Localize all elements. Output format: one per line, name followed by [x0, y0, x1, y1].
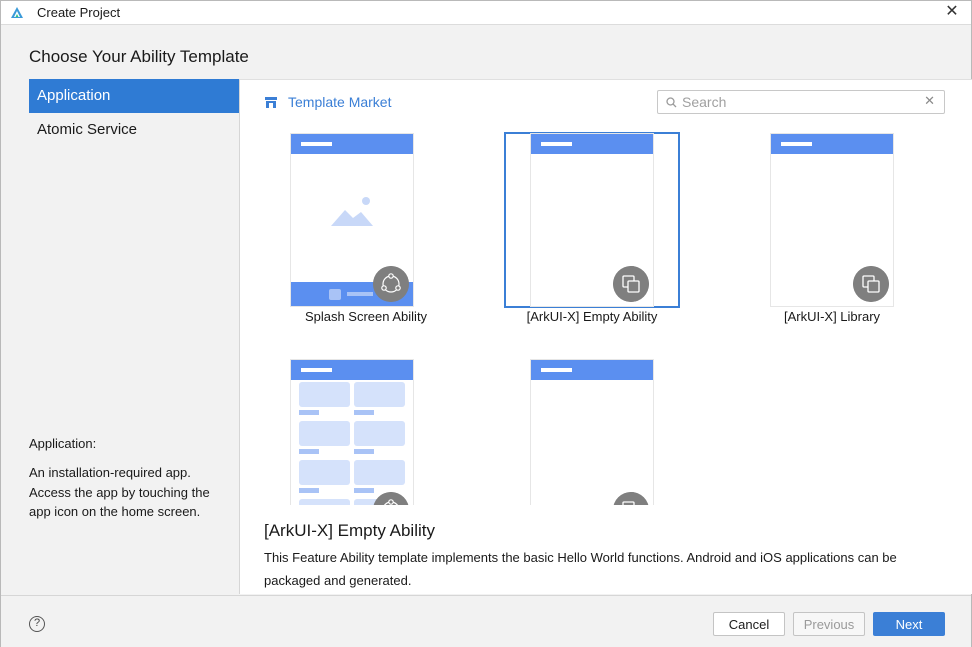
store-icon: [265, 97, 277, 108]
template-thumbnail: [531, 360, 653, 505]
search-box: ✕: [657, 90, 945, 114]
template-card-arkuix-library[interactable]: [ArkUI-X] Library: [720, 132, 940, 324]
next-button[interactable]: Next: [873, 612, 945, 636]
template-thumbnail: [291, 134, 413, 306]
template-card-splash-screen[interactable]: Splash Screen Ability: [240, 132, 500, 324]
template-card-arkuix-empty-ability[interactable]: [ArkUI-X] Empty Ability: [504, 132, 680, 324]
template-grid: Splash Screen Ability [ArkUI-X] Empty Ab…: [240, 132, 940, 505]
selected-template-title: [ArkUI-X] Empty Ability: [264, 521, 435, 540]
cross-platform-badge-icon: [613, 492, 649, 505]
category-description-title: Application:: [29, 436, 97, 451]
template-card-label: Splash Screen Ability: [304, 309, 428, 324]
search-input[interactable]: [682, 93, 922, 111]
title-bar: Create Project ✕: [1, 1, 971, 25]
window-title: Create Project: [37, 5, 121, 20]
template-card-label: [ArkUI-X] Library: [783, 309, 881, 324]
template-card-label: [ArkUI-X] Empty Ability: [526, 309, 658, 324]
previous-button[interactable]: Previous: [793, 612, 865, 636]
template-panel: Template Market ✕: [239, 79, 972, 594]
template-market-label: Template Market: [288, 94, 392, 110]
clear-search-icon[interactable]: ✕: [924, 93, 935, 109]
template-thumbnail: [771, 134, 893, 306]
sidebar-item-atomic-service[interactable]: Atomic Service: [29, 113, 239, 147]
template-card-empty[interactable]: [504, 358, 680, 505]
template-category-sidebar: Application Atomic Service Application: …: [29, 79, 239, 594]
template-thumbnail: [531, 134, 653, 306]
cross-platform-badge-icon: [853, 266, 889, 302]
help-icon[interactable]: ?: [29, 616, 45, 632]
template-card-list[interactable]: [240, 358, 500, 505]
cross-platform-badge-icon: [613, 266, 649, 302]
deveco-app-icon: [11, 7, 23, 18]
selected-template-description: This Feature Ability template implements…: [264, 550, 897, 588]
list-layout-icon: [299, 382, 405, 505]
category-description: An installation-required app. Access the…: [29, 465, 210, 519]
sidebar-item-application[interactable]: Application: [29, 79, 239, 113]
cancel-button[interactable]: Cancel: [713, 612, 785, 636]
page-title: Choose Your Ability Template: [29, 47, 249, 66]
dialog-footer: ? Cancel Previous Next: [1, 595, 971, 647]
search-icon: [666, 97, 677, 108]
close-icon[interactable]: ✕: [943, 3, 961, 21]
template-thumbnail: [291, 360, 413, 505]
multi-device-badge-icon: [373, 266, 409, 302]
create-project-dialog: Create Project ✕ Choose Your Ability Tem…: [0, 0, 972, 647]
template-market-link[interactable]: Template Market: [264, 94, 391, 110]
